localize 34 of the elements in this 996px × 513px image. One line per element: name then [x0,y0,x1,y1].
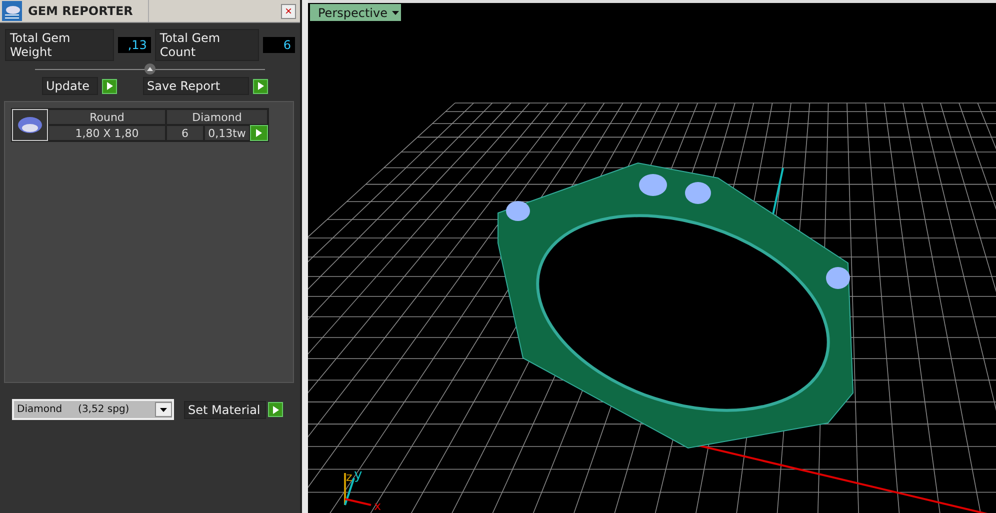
total-label: Total Gem Weight [5,29,114,61]
play-icon [256,129,262,137]
table-cell: 1,80 X 1,80 [48,125,166,141]
gem-report-icon [2,1,22,21]
view-mode-dropdown[interactable]: Perspective [310,4,400,21]
caret-icon [392,10,398,14]
panel-title: GEM REPORTER [28,4,134,18]
table-cell: Diamond [166,109,268,125]
play-icon [106,82,112,90]
collapse-handle-icon[interactable] [144,63,156,75]
gem-thumbnail[interactable] [12,109,48,141]
axis-label: y [354,467,362,483]
save-report-button[interactable] [253,78,268,94]
axis-label: z [346,470,352,484]
axis-label: x [374,499,382,513]
set-material-button[interactable] [268,402,283,417]
total-value: ,13 [118,37,151,53]
gem-row-button[interactable] [250,125,268,141]
axis-gizmo-drawing [344,473,372,506]
set-material-label: Set Material [184,400,266,418]
table-cell: Round [48,109,166,125]
play-icon [258,82,264,90]
update-label: Update [42,77,98,95]
save-report-label: Save Report [143,77,249,95]
table-cell: 0,13tw [204,125,250,141]
gem-icon [17,116,43,134]
total-label: Total Gem Count [154,29,259,61]
caret-icon [160,408,167,412]
play-icon [272,406,278,414]
material-dropdown[interactable]: Diamond (3,52 spg) [12,399,174,420]
update-button[interactable] [102,78,117,94]
close-button[interactable]: × [281,4,296,18]
table-cell: 6 [166,125,204,141]
total-value: 6 [262,37,296,53]
